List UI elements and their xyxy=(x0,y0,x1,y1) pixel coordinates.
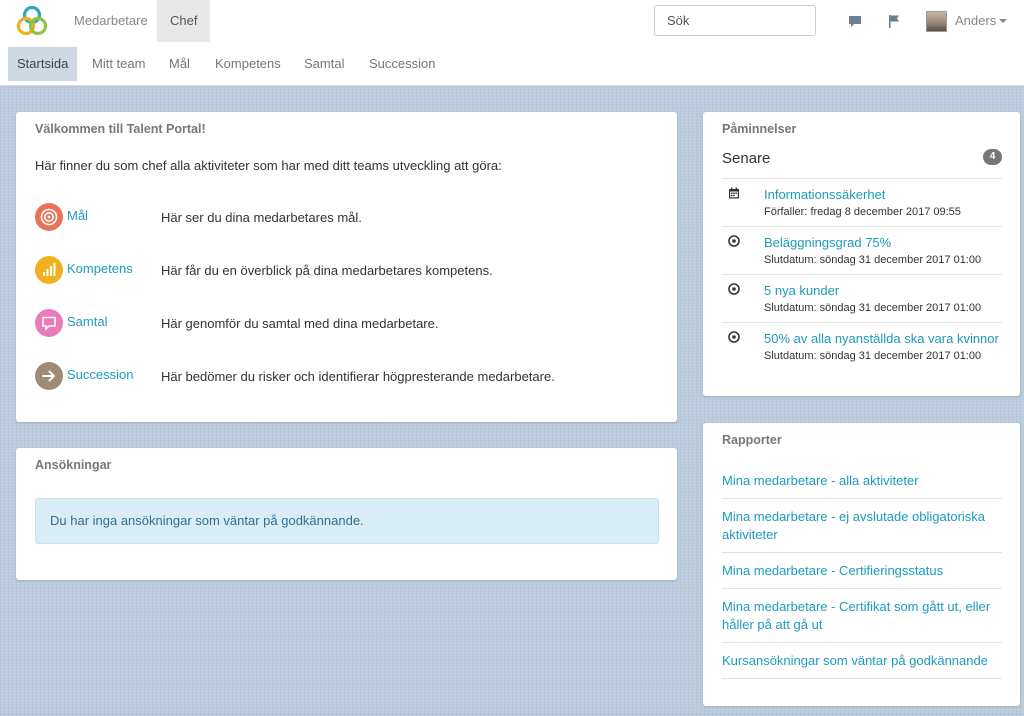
report-link[interactable]: Mina medarbetare - ej avslutade obligato… xyxy=(722,508,1002,553)
reminder-item[interactable]: Beläggningsgrad 75% Slutdatum: söndag 31… xyxy=(722,226,1002,274)
reminder-title[interactable]: 5 nya kunder xyxy=(764,283,839,298)
reminder-title[interactable]: Informationssäkerhet xyxy=(764,187,885,202)
section-heading: Senare xyxy=(722,150,771,167)
reports-panel: Rapporter Mina medarbetare - alla aktivi… xyxy=(703,423,1020,706)
reminder-item[interactable]: 50% av alla nyanställda ska vara kvinnor… xyxy=(722,322,1002,370)
caret-down-icon[interactable] xyxy=(999,19,1007,23)
tab-kompetens[interactable]: Kompetens xyxy=(206,47,290,81)
nav-chef[interactable]: Chef xyxy=(157,0,211,42)
feature-desc: Här ser du dina medarbetares mål. xyxy=(161,210,362,225)
tab-mal[interactable]: Mål xyxy=(160,47,199,81)
reminder-date: Förfaller: fredag 8 december 2017 09:55 xyxy=(764,206,961,218)
report-link[interactable]: Mina medarbetare - Certifikat som gått u… xyxy=(722,598,1002,643)
count-badge: 4 xyxy=(983,149,1002,165)
chat-icon[interactable] xyxy=(847,13,863,29)
tab-succession[interactable]: Succession xyxy=(360,47,444,81)
target-icon xyxy=(728,235,740,247)
reminder-date: Slutdatum: söndag 31 december 2017 01:00 xyxy=(764,350,982,362)
feature-link-samtal[interactable]: Samtal xyxy=(67,314,107,329)
welcome-panel: Välkommen till Talent Portal! Här finner… xyxy=(16,112,677,422)
reminder-date: Slutdatum: söndag 31 december 2017 01:00 xyxy=(764,302,982,314)
reminder-title[interactable]: 50% av alla nyanställda ska vara kvinnor xyxy=(764,331,999,346)
report-link[interactable]: Mina medarbetare - Certifieringsstatus xyxy=(722,562,1002,589)
user-name[interactable]: Anders xyxy=(955,0,996,42)
applications-title: Ansökningar xyxy=(35,458,112,472)
feature-desc: Här genomför du samtal med dina medarbet… xyxy=(161,316,439,331)
sub-navbar: Startsida Mitt team Mål Kompetens Samtal… xyxy=(0,42,1024,86)
feature-desc: Här får du en överblick på dina medarbet… xyxy=(161,263,493,278)
feature-desc: Här bedömer du risker och identifierar h… xyxy=(161,369,555,384)
report-link[interactable]: Mina medarbetare - alla aktiviteter xyxy=(722,472,1002,499)
target-icon[interactable] xyxy=(35,203,63,231)
nav-medarbetare[interactable]: Medarbetare xyxy=(61,0,161,42)
chat-icon[interactable] xyxy=(35,309,63,337)
feature-link-mal[interactable]: Mål xyxy=(67,208,88,223)
applications-panel: Ansökningar Du har inga ansökningar som … xyxy=(16,448,677,580)
welcome-intro: Här finner du som chef alla aktiviteter … xyxy=(35,158,502,173)
reminder-item[interactable]: Informationssäkerhet Förfaller: fredag 8… xyxy=(722,178,1002,226)
reports-title: Rapporter xyxy=(722,433,782,447)
feature-link-kompetens[interactable]: Kompetens xyxy=(67,261,133,276)
reminders-panel: Påminnelser Senare 4 Informationssäkerhe… xyxy=(703,112,1020,396)
reminder-date: Slutdatum: söndag 31 december 2017 01:00 xyxy=(764,254,982,266)
avatar[interactable] xyxy=(926,11,947,32)
target-icon xyxy=(728,331,740,343)
arrow-right-icon[interactable] xyxy=(35,362,63,390)
tab-startsida[interactable]: Startsida xyxy=(8,47,78,81)
calendar-icon xyxy=(729,187,739,199)
search-input[interactable] xyxy=(654,5,816,36)
tab-samtal[interactable]: Samtal xyxy=(295,47,353,81)
info-alert: Du har inga ansökningar som väntar på go… xyxy=(35,498,659,544)
flag-icon[interactable] xyxy=(886,13,902,29)
report-link[interactable]: Kursansökningar som väntar på godkännand… xyxy=(722,652,1002,679)
welcome-title: Välkommen till Talent Portal! xyxy=(35,122,206,136)
feature-link-succession[interactable]: Succession xyxy=(67,367,133,382)
reminder-title[interactable]: Beläggningsgrad 75% xyxy=(764,235,891,250)
tab-mitt-team[interactable]: Mitt team xyxy=(83,47,154,81)
bar-chart-icon[interactable] xyxy=(35,256,63,284)
reminders-title: Påminnelser xyxy=(722,122,797,136)
top-navbar: Medarbetare Chef Anders xyxy=(0,0,1024,42)
reminder-item[interactable]: 5 nya kunder Slutdatum: söndag 31 decemb… xyxy=(722,274,1002,322)
target-icon xyxy=(728,283,740,295)
app-logo-icon[interactable] xyxy=(16,5,48,37)
